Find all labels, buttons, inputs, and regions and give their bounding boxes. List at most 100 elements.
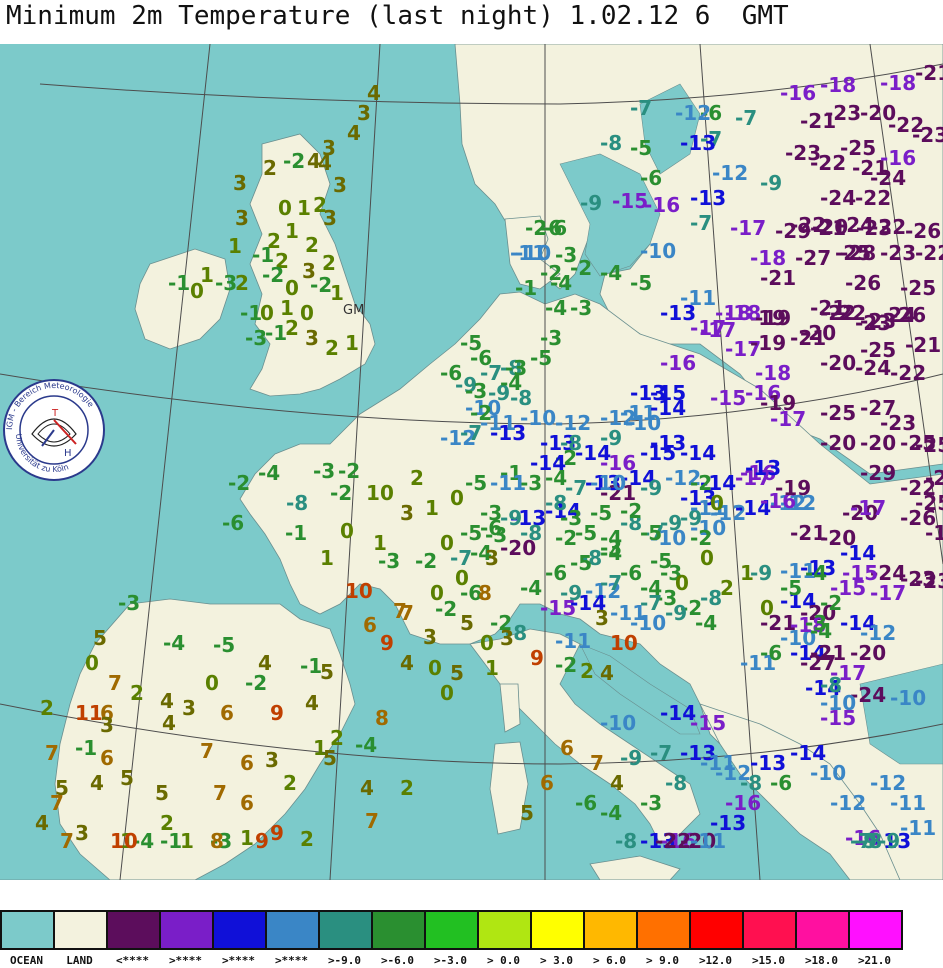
station-temperature: -7	[690, 211, 712, 235]
station-temperature: 1	[740, 561, 754, 585]
station-temperature: 3	[182, 696, 196, 720]
station-temperature: -25	[835, 241, 871, 265]
station-temperature: 7	[590, 751, 604, 775]
station-temperature: -17	[770, 407, 806, 431]
station-temperature: -6	[760, 641, 782, 665]
station-temperature: -24	[838, 213, 874, 237]
station-temperature: 1	[297, 196, 311, 220]
station-temperature: -9	[665, 601, 687, 625]
station-temperature: -7	[735, 106, 757, 130]
station-temperature: 6	[240, 751, 254, 775]
station-temperature: 1	[366, 481, 380, 505]
station-temperature: -9	[560, 581, 582, 605]
legend-swatch	[318, 910, 373, 950]
station-temperature: -16	[644, 193, 680, 217]
station-temperature: 0	[760, 596, 774, 620]
station-temperature: 5	[93, 626, 107, 650]
station-temperature: -2	[330, 481, 352, 505]
station-temperature: -7	[565, 476, 587, 500]
station-temperature: -20	[860, 431, 896, 455]
station-temperature: -15	[612, 189, 648, 213]
station-temperature: 6	[560, 736, 574, 760]
station-temperature: -5	[650, 549, 672, 573]
station-temperature: -22	[915, 241, 943, 265]
legend-swatch	[530, 910, 585, 950]
station-temperature: -20	[820, 351, 856, 375]
station-temperature: -6	[545, 216, 567, 240]
legend-label: >****	[274, 954, 309, 967]
station-temperature: 5	[520, 801, 534, 825]
station-temperature: -23	[915, 569, 943, 593]
station-temperature: -15	[650, 381, 686, 405]
legend-swatches	[0, 910, 903, 950]
station-temperature: 4	[610, 771, 624, 795]
station-temperature: 2	[285, 316, 299, 340]
station-temperature: -12	[675, 101, 711, 125]
station-temperature: -4	[545, 296, 567, 320]
station-temperature: 2	[283, 771, 297, 795]
station-temperature: 5	[320, 660, 334, 684]
station-temperature: -21	[915, 61, 943, 85]
legend-label: >12.0	[698, 954, 733, 967]
station-temperature: 2	[263, 156, 277, 180]
station-temperature: -25	[900, 276, 936, 300]
station-temperature: -9	[500, 506, 522, 530]
station-temperature: 1	[330, 281, 344, 305]
legend-label: LAND	[66, 954, 93, 967]
station-temperature: -1	[300, 654, 322, 678]
station-temperature: -21	[790, 326, 826, 350]
legend-label: > 0.0	[486, 954, 521, 967]
legend-labels: OCEAN LAND <**** >**** >**** >**** >-9.0 >-6.0 >…	[0, 954, 901, 967]
station-temperature: -26	[905, 219, 941, 243]
station-temperature: -3	[245, 326, 267, 350]
station-temperature: 7	[365, 809, 379, 833]
station-temperature: -16	[780, 81, 816, 105]
station-temperature: -1	[160, 829, 182, 853]
station-temperature: -6	[640, 166, 662, 190]
station-temperature: 9	[270, 701, 284, 725]
station-temperature: -4	[500, 371, 522, 395]
station-temperature: -4	[810, 619, 832, 643]
legend-label: >-9.0	[327, 954, 362, 967]
station-temperature: 9	[530, 646, 544, 670]
station-temperature: 2	[130, 681, 144, 705]
station-temperature: -23	[880, 241, 916, 265]
station-temperature: 3	[485, 546, 499, 570]
logo-marker-t: T	[51, 408, 59, 419]
station-temperature: -4	[600, 541, 622, 565]
station-temperature: 7	[213, 781, 227, 805]
station-temperature: -10	[590, 471, 626, 495]
legend-swatch	[159, 910, 214, 950]
station-temperature: -23	[825, 101, 861, 125]
station-temperature: -8	[560, 431, 582, 455]
station-temperature: -9	[580, 191, 602, 215]
station-temperature: -1	[75, 736, 97, 760]
color-legend: OCEAN LAND <**** >**** >**** >**** >-9.0 >-6.0 >…	[0, 910, 943, 968]
station-temperature: 7	[108, 671, 122, 695]
station-temperature: -7	[630, 96, 652, 120]
station-temperature: -12	[712, 161, 748, 185]
station-temperature: -13	[660, 301, 696, 325]
map-canvas: 4343432 -2 433 0 1 231 -12 122 3 21 2 -20 -21-1 0 -3-1…	[0, 44, 943, 880]
station-temperature: -19	[750, 331, 786, 355]
station-temperature: -2	[415, 549, 437, 573]
station-temperature: -3	[570, 296, 592, 320]
station-temperature: -21	[790, 521, 826, 545]
station-temperature: -9	[600, 426, 622, 450]
station-temperature: -26	[890, 303, 926, 327]
station-temperature: -12	[830, 791, 866, 815]
station-temperature: 8	[478, 581, 492, 605]
station-temperature: 0	[380, 481, 394, 505]
station-temperature: -15	[710, 386, 746, 410]
station-temperature: -4	[550, 271, 572, 295]
station-temperature: -3	[560, 506, 582, 530]
station-temperature: -4	[355, 733, 377, 757]
station-temperature: -25	[915, 433, 943, 457]
station-temperature: 0	[710, 491, 724, 515]
station-temperature: -21	[905, 333, 941, 357]
station-temperature: 4	[400, 651, 414, 675]
station-temperature: 2	[40, 696, 54, 720]
legend-label: > 9.0	[645, 954, 680, 967]
station-temperature: 5	[323, 746, 337, 770]
station-temperature: 10	[110, 829, 138, 853]
